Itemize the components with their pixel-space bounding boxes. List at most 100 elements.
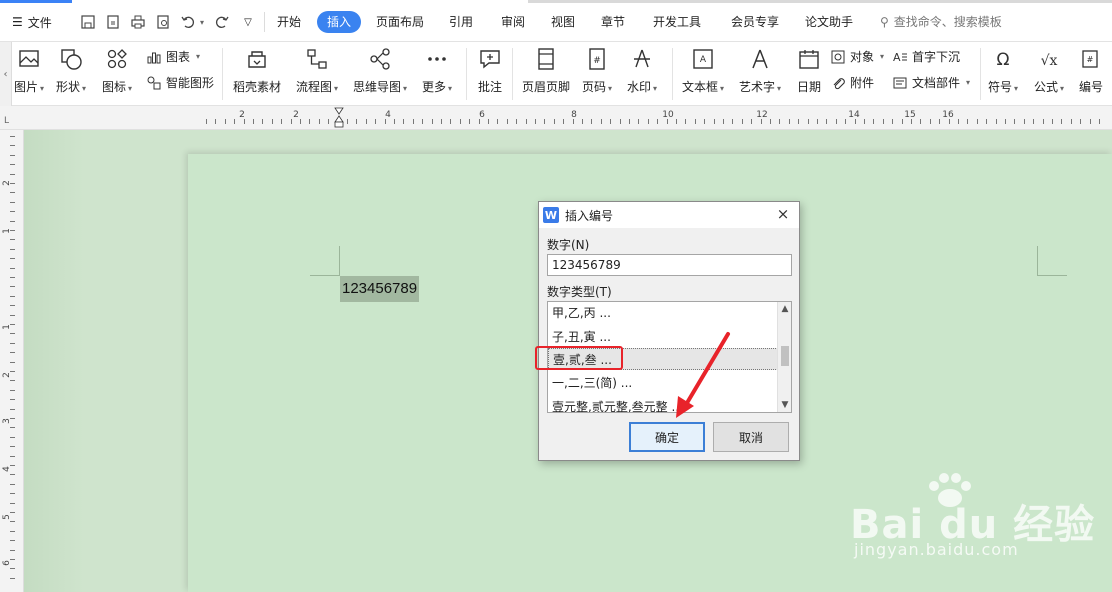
page-number-button[interactable]: # 页码 ▾	[582, 46, 612, 95]
tab-thesis-assistant[interactable]: 论文助手	[805, 11, 853, 33]
smart-graphic-button[interactable]: 智能图形	[146, 74, 214, 91]
attachment-button[interactable]: 附件	[830, 74, 874, 91]
mindmap-icon	[367, 46, 393, 72]
scroll-up-icon[interactable]: ▲	[778, 302, 791, 316]
list-item[interactable]: 一,二,三(简) ...	[552, 372, 632, 394]
paperclip-icon	[833, 77, 845, 89]
shape-button[interactable]: 形状 ▾	[56, 46, 86, 95]
export-pdf-icon[interactable]	[103, 11, 123, 33]
tab-member[interactable]: 会员专享	[731, 11, 779, 33]
ruler-tick	[10, 277, 15, 278]
ruler-tick	[901, 119, 903, 124]
ruler-tick	[516, 119, 518, 124]
picture-button[interactable]: 图片 ▾	[14, 46, 44, 95]
ribbon-separator	[222, 48, 223, 100]
chart-button[interactable]: 图表 ▾	[146, 48, 200, 65]
ruler-tick	[262, 119, 264, 124]
file-menu-button[interactable]: ☰ 文件	[12, 12, 52, 32]
ruler-tick	[394, 119, 395, 124]
ruler-tick	[224, 119, 226, 124]
tab-stop-selector[interactable]: L	[4, 116, 9, 126]
ribbon-separator	[980, 48, 981, 100]
doc-parts-icon	[893, 77, 907, 88]
tab-chapter[interactable]: 章节	[601, 11, 625, 33]
ruler-tick	[1014, 119, 1016, 124]
ruler-tick	[873, 119, 875, 124]
textbox-button[interactable]: A 文本框 ▾	[682, 46, 724, 95]
comment-label: 批注	[477, 80, 502, 94]
tab-page-layout[interactable]: 页面布局	[376, 11, 424, 33]
print-preview-icon[interactable]	[153, 11, 173, 33]
tab-developer[interactable]: 开发工具	[653, 11, 701, 33]
ribbon-scroll-left-button[interactable]: ‹	[0, 42, 12, 106]
ruler-tick	[657, 119, 659, 124]
selected-document-text[interactable]: 123456789	[340, 276, 420, 302]
undo-dropdown-icon[interactable]: ▾	[196, 11, 206, 33]
watermark-button[interactable]: 水印 ▾	[627, 46, 657, 95]
ruler-tick	[723, 119, 724, 124]
tab-review[interactable]: 审阅	[501, 11, 525, 33]
vertical-ruler[interactable]: 2 1 1 2 3 4 5 6	[0, 130, 24, 592]
scroll-down-icon[interactable]: ▼	[778, 398, 791, 412]
svg-text:√x: √x	[1041, 53, 1058, 69]
dropcap-button[interactable]: A 首字下沉	[892, 48, 960, 65]
close-icon[interactable]: ×	[775, 206, 791, 222]
tab-view[interactable]: 视图	[551, 11, 575, 33]
ruler-tick	[704, 119, 706, 124]
redo-icon[interactable]	[212, 11, 232, 33]
ruler-number: 5	[1, 514, 12, 520]
more-button[interactable]: 更多 ▾	[422, 46, 452, 95]
file-menu-label: 文件	[27, 15, 52, 30]
ruler-tick	[864, 119, 865, 124]
list-item[interactable]: 甲,乙,丙 ...	[552, 302, 611, 324]
object-button[interactable]: 对象 ▾	[830, 48, 884, 65]
formula-button[interactable]: √x 公式 ▾	[1034, 46, 1064, 95]
hamburger-icon: ☰	[12, 15, 23, 29]
ruler-number: 4	[385, 110, 391, 120]
list-item[interactable]: 子,丑,寅 ...	[552, 326, 611, 348]
tab-insert[interactable]: 插入	[317, 11, 362, 33]
calendar-icon	[796, 46, 822, 72]
comment-button[interactable]: 批注	[477, 46, 503, 95]
ok-button[interactable]: 确定	[629, 422, 705, 452]
smart-graphic-label: 智能图形	[166, 76, 215, 90]
horizontal-ruler[interactable]: L 2 2 4 6 8 10 12 14 15 16	[0, 106, 1112, 130]
ruler-tick	[10, 154, 15, 156]
ruler-tick	[10, 201, 15, 203]
formula-label: 公式	[1034, 80, 1059, 94]
number-input[interactable]: 123456789	[547, 254, 792, 276]
header-footer-button[interactable]: 页眉页脚	[522, 46, 570, 95]
ribbon-separator	[672, 48, 673, 100]
ruler-tick	[553, 119, 555, 124]
flowchart-button[interactable]: 流程图 ▾	[296, 46, 338, 95]
tab-start[interactable]: 开始	[277, 11, 301, 33]
ruler-tick	[1080, 119, 1082, 124]
wordart-button[interactable]: 艺术字 ▾	[739, 46, 781, 95]
symbol-label: 符号	[988, 80, 1013, 94]
ruler-tick	[10, 408, 15, 410]
indent-marker-icon[interactable]	[334, 106, 344, 128]
material-button[interactable]: 稻壳素材	[233, 46, 281, 95]
ruler-tick	[10, 512, 15, 513]
date-button[interactable]: 日期	[796, 46, 822, 95]
dialog-title-bar[interactable]: W 插入编号 ×	[539, 202, 799, 228]
print-icon[interactable]	[128, 11, 148, 33]
ruler-number: 2	[1, 180, 12, 186]
mindmap-button[interactable]: 思维导图 ▾	[353, 46, 407, 95]
undo-icon[interactable]	[178, 11, 198, 33]
customize-toolbar-icon[interactable]: ▽	[238, 11, 258, 33]
ruler-tick	[1089, 119, 1091, 124]
save-icon[interactable]	[78, 11, 98, 33]
numbering-button[interactable]: # 编号	[1078, 46, 1104, 95]
scroll-thumb[interactable]	[781, 346, 789, 366]
cancel-button[interactable]: 取消	[713, 422, 789, 452]
command-search[interactable]: ⚲ 查找命令、搜索模板	[880, 11, 1002, 33]
tab-references[interactable]: 引用	[449, 11, 473, 33]
ruler-tick	[271, 119, 273, 124]
symbol-button[interactable]: Ω 符号 ▾	[988, 46, 1018, 95]
icon-button[interactable]: 图标 ▾	[102, 46, 132, 95]
search-placeholder: 查找命令、搜索模板	[893, 15, 1002, 29]
doc-parts-button[interactable]: 文档部件 ▾	[892, 74, 970, 91]
smart-graphic-icon	[147, 76, 161, 89]
list-scrollbar[interactable]: ▲ ▼	[777, 302, 791, 412]
